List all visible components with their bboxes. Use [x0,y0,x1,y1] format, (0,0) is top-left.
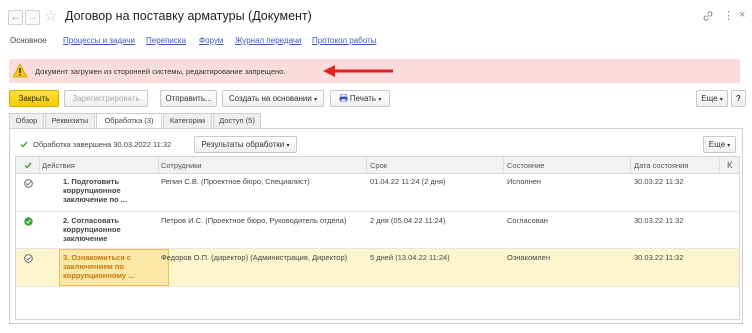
table-row[interactable]: 2. Согласовать коррупционное заключение … [16,212,739,249]
register-button[interactable]: Зарегистрировать [64,90,148,107]
command-bar: Закрыть Зарегистрировать Отправить... Со… [0,90,752,108]
check-icon [20,141,28,148]
row-state: Исполнен [507,177,542,186]
tab-correspondence[interactable]: Переписка [146,36,186,45]
tab-work-log[interactable]: Протокол работы [312,36,376,45]
row-state-date: 30.03.22 11:32 [634,177,684,186]
arrow-right-icon: → [27,12,38,23]
tab-transfer-log[interactable]: Журнал передачи [235,36,302,45]
dropdown-arrow-icon: ▾ [286,143,290,149]
print-label: Печать [349,94,377,103]
tab-main[interactable]: Основное [10,36,47,45]
row-state: Согласован [507,216,548,225]
dropdown-arrow-icon: ▾ [719,97,723,103]
header-deadline[interactable]: Срок [370,161,387,170]
arrow-left-icon: ← [10,12,21,23]
send-button[interactable]: Отправить... [160,90,217,107]
create-based-label: Создать на основании [228,94,312,103]
warning-text: Документ загружен из сторонней системы, … [35,67,286,76]
row-deadline: 01.04.22 11:24 (2 дня) [370,177,446,186]
more-label: Еще [701,94,718,103]
row-employees: Федоров О.П. (директор) (Администрация, … [161,253,348,262]
close-icon[interactable]: × [739,9,745,21]
tab-overview[interactable]: Обзор [9,113,44,128]
row-action[interactable]: 3. Ознакомиться с заключением по коррупц… [63,253,151,280]
tab-access[interactable]: Доступ (5) [213,113,261,128]
dropdown-arrow-icon: ▾ [378,97,382,103]
processing-results-button[interactable]: Результаты обработки ▾ [194,136,297,153]
tab-categories[interactable]: Категории [163,113,212,128]
more-menu-icon[interactable]: ⋮ [723,9,734,22]
processing-more-button[interactable]: Еще ▾ [703,136,736,153]
create-based-on-button[interactable]: Создать на основании ▾ [222,90,324,107]
tab-requisites[interactable]: Реквизиты [45,113,95,128]
row-action[interactable]: 2. Согласовать коррупционное заключение [63,216,151,243]
printer-icon [339,93,348,103]
header-k[interactable]: К [727,160,732,170]
tab-processes[interactable]: Процессы и задачи [63,36,135,45]
dropdown-arrow-icon: ▾ [727,143,731,149]
pending-check-icon [24,254,33,263]
warning-icon [12,63,28,78]
row-state-date: 30.03.22 11:32 [634,216,684,225]
page-title: Договор на поставку арматуры (Документ) [65,9,312,23]
actions-table: Действия Сотрудники Срок Состояние Дата … [15,156,740,320]
processing-results-label: Результаты обработки [201,140,285,149]
link-icon[interactable] [702,10,714,22]
header-employees[interactable]: Сотрудники [161,161,202,170]
back-button[interactable]: ← [8,10,23,25]
row-employees: Репин С.В. (Проектное бюро, Специалист) [161,177,310,186]
tab-processing[interactable]: Обработка (3) [96,113,162,129]
row-deadline: 5 дней (13.04.22 11:24) [370,253,450,262]
help-button[interactable]: ? [731,90,746,107]
forward-button[interactable]: → [25,10,40,25]
close-button[interactable]: Закрыть [9,90,59,107]
row-state-date: 30.03.22 11:32 [634,253,684,262]
processing-panel: Обработка завершена 30.03.2022 11:32 Рез… [9,128,743,324]
header-check-icon [24,162,32,169]
row-employees: Петров И.С. (Проектное бюро, Руководител… [161,216,347,225]
row-state: Ознакомлен [507,253,550,262]
red-arrow-icon [323,65,393,77]
warning-banner: Документ загружен из сторонней системы, … [9,59,740,83]
tab-forum[interactable]: Форум [199,36,223,45]
header-actions[interactable]: Действия [42,161,75,170]
favorite-star-icon[interactable]: ☆ [44,8,57,25]
row-deadline: 2 дня (05.04.22 11:24) [370,216,446,225]
form-navigation: Основное Процессы и задачи Переписка Фор… [0,35,752,53]
dropdown-arrow-icon: ▾ [314,97,318,103]
pending-check-icon [24,179,33,188]
table-header: Действия Сотрудники Срок Состояние Дата … [16,157,739,174]
processing-status-row: Обработка завершена 30.03.2022 11:32 Рез… [10,135,742,153]
processing-more-label: Еще [708,140,726,149]
header-state-date[interactable]: Дата состояния [634,161,688,170]
more-button[interactable]: Еще ▾ [696,90,728,107]
row-action[interactable]: 1. Подготовить коррупционное заключение … [63,177,151,204]
done-check-icon [24,217,33,226]
title-bar: ← → ☆ Договор на поставку арматуры (Доку… [0,0,752,34]
print-button[interactable]: Печать ▾ [330,90,390,107]
table-row-selected[interactable]: 3. Ознакомиться с заключением по коррупц… [16,249,739,287]
table-row[interactable]: 1. Подготовить коррупционное заключение … [16,174,739,212]
header-state[interactable]: Состояние [507,161,544,170]
processing-status-text: Обработка завершена 30.03.2022 11:32 [33,140,172,149]
